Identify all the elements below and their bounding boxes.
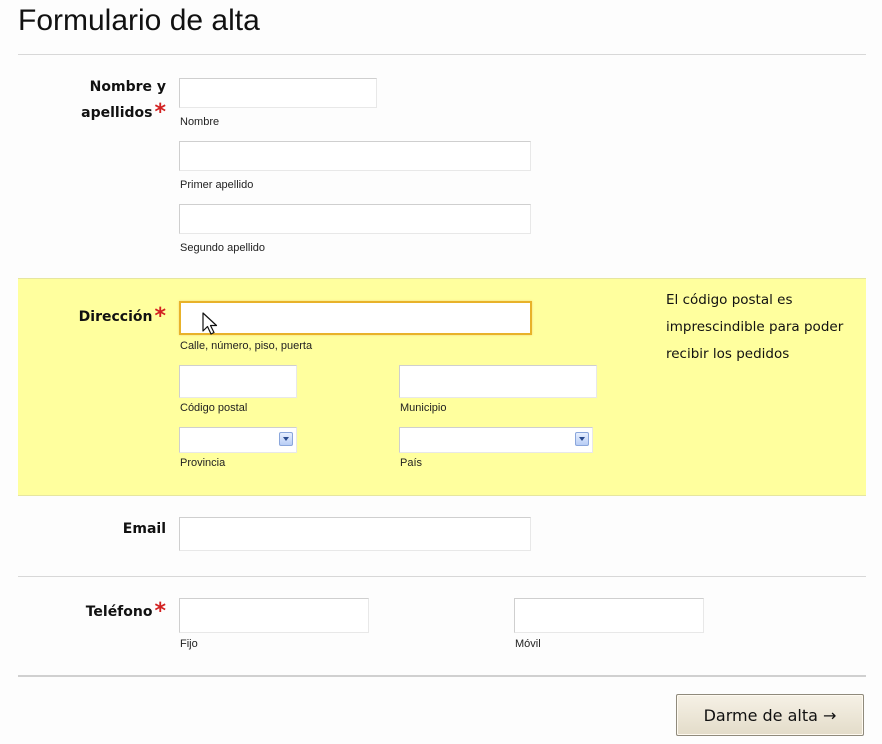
- name-label-line1: Nombre y: [89, 79, 166, 95]
- name-label-line2: apellidos: [81, 105, 153, 121]
- phone-label-text: Teléfono: [85, 604, 153, 620]
- chevron-down-icon[interactable]: [575, 432, 589, 446]
- required-asterisk: *: [154, 304, 166, 329]
- country-sublabel: País: [400, 457, 423, 469]
- address-label: Dirección*: [20, 304, 166, 330]
- phone-label: Teléfono*: [20, 599, 166, 625]
- street-sublabel: Calle, número, piso, puerta: [180, 340, 313, 352]
- page-title: Formulario de alta: [18, 4, 260, 37]
- mobile-sublabel: Móvil: [515, 638, 541, 650]
- phone-divider: [18, 675, 866, 677]
- first-name-input[interactable]: [179, 78, 377, 108]
- postal-code-input[interactable]: [179, 365, 297, 398]
- required-asterisk: *: [154, 599, 166, 624]
- postal-code-sublabel: Código postal: [180, 402, 248, 414]
- landline-sublabel: Fijo: [180, 638, 198, 650]
- first-surname-input[interactable]: [179, 141, 531, 171]
- country-select[interactable]: [399, 427, 593, 453]
- street-input[interactable]: [179, 301, 532, 335]
- email-divider: [18, 576, 866, 577]
- landline-input[interactable]: [179, 598, 369, 633]
- name-label: Nombre y apellidos*: [20, 74, 166, 126]
- postal-code-help-text: El código postal es imprescindible para …: [666, 292, 844, 362]
- email-input[interactable]: [179, 517, 531, 551]
- second-surname-sublabel: Segundo apellido: [180, 242, 266, 254]
- chevron-down-icon[interactable]: [279, 432, 293, 446]
- title-divider: [18, 54, 866, 55]
- address-label-text: Dirección: [78, 309, 153, 325]
- city-input[interactable]: [399, 365, 597, 398]
- province-sublabel: Provincia: [180, 457, 226, 469]
- submit-button[interactable]: Darme de alta →: [676, 694, 864, 736]
- second-surname-input[interactable]: [179, 204, 531, 234]
- required-asterisk: *: [154, 100, 166, 125]
- city-sublabel: Municipio: [400, 402, 447, 414]
- first-name-sublabel: Nombre: [180, 116, 220, 128]
- mouse-pointer-icon: [202, 312, 218, 335]
- province-select[interactable]: [179, 427, 297, 453]
- mobile-input[interactable]: [514, 598, 704, 633]
- first-surname-sublabel: Primer apellido: [180, 179, 254, 191]
- email-label: Email: [122, 521, 166, 537]
